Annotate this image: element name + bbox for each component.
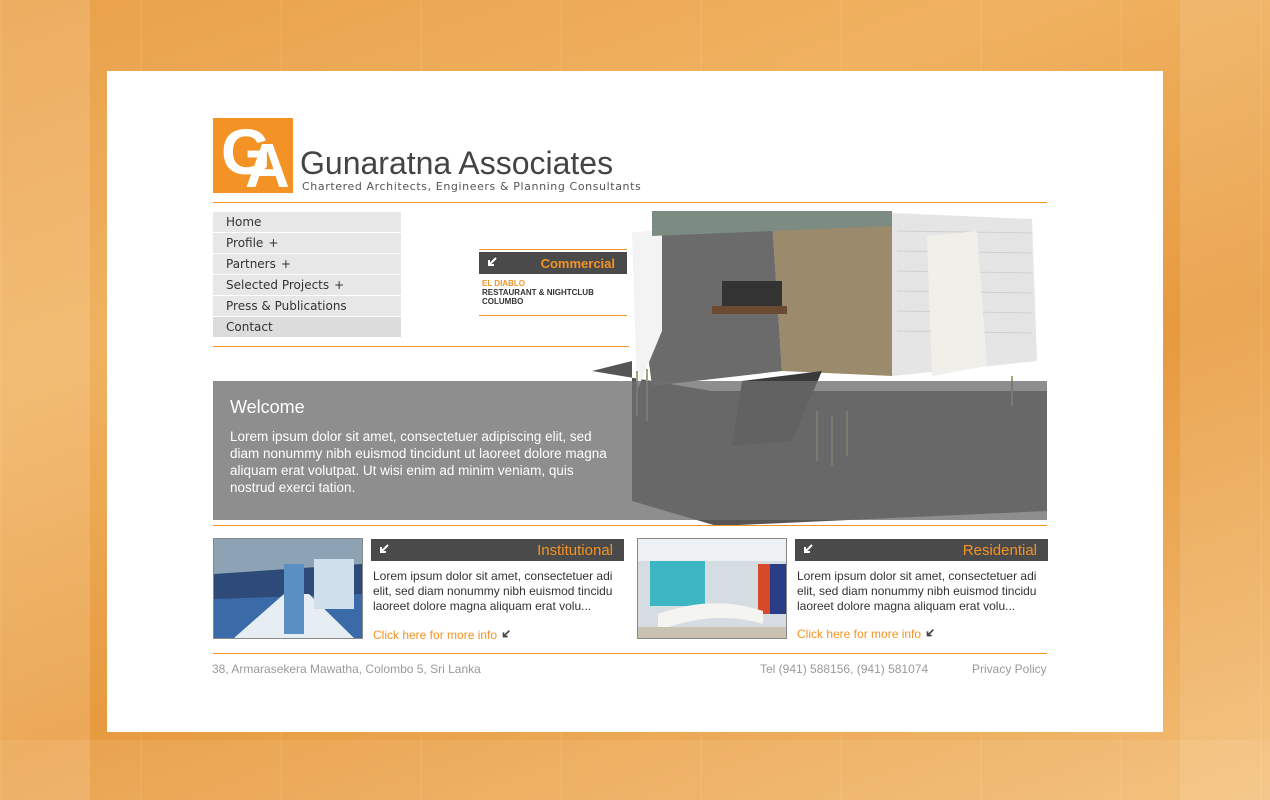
arrow-down-left-icon [501, 628, 511, 642]
privacy-policy-link[interactable]: Privacy Policy [972, 662, 1047, 676]
featured-category-label: Commercial [540, 256, 615, 271]
footer-address: 38, Armarasekera Mawatha, Colombo 5, Sri… [212, 662, 481, 676]
main-panel: G A Gunaratna Associates Chartered Archi… [107, 71, 1163, 732]
nav-item-partners[interactable]: Partners + [213, 254, 401, 274]
nav-item-selected-projects[interactable]: Selected Projects + [213, 275, 401, 295]
welcome-text: Lorem ipsum dolor sit amet, consectetuer… [230, 429, 607, 495]
arrow-down-left-icon [802, 543, 814, 557]
header-divider [213, 202, 1047, 203]
nav-label: Selected Projects [226, 278, 330, 292]
nav-label: Contact [226, 320, 273, 334]
expand-plus-icon: + [268, 236, 279, 250]
featured-category-bar[interactable]: Commercial [479, 252, 627, 274]
institutional-photo[interactable] [213, 538, 363, 639]
link-label: Click here for more info [797, 627, 922, 641]
main-nav: Home Profile + Partners + Selected Project… [213, 212, 401, 338]
welcome-panel: Welcome Lorem ipsum dolor sit amet, cons… [213, 381, 1047, 520]
expand-plus-icon: + [280, 257, 291, 271]
featured-project-location: COLUMBO [482, 297, 524, 306]
background-floor [0, 740, 1270, 800]
arrow-down-left-icon [486, 256, 498, 270]
nav-label: Press & Publications [226, 299, 347, 313]
residential-category-bar[interactable]: Residential [795, 539, 1048, 561]
featured-caption[interactable]: EL DIABLO RESTAURANT & NIGHTCLUB COLUMBO [482, 279, 594, 306]
residential-more-info-link[interactable]: Click here for more info [797, 627, 935, 641]
featured-project-subtitle: RESTAURANT & NIGHTCLUB [482, 288, 594, 297]
institutional-category-label: Institutional [537, 542, 613, 559]
brand-tagline: Chartered Architects, Engineers & Planni… [302, 180, 642, 193]
nav-item-contact[interactable]: Contact [213, 317, 401, 337]
expand-plus-icon: + [334, 278, 345, 292]
logo-letter-a: A [245, 132, 290, 194]
nav-item-profile[interactable]: Profile + [213, 233, 401, 253]
brand-name: Gunaratna Associates [300, 145, 614, 181]
background-window-left [0, 0, 90, 800]
institutional-category-bar[interactable]: Institutional [371, 539, 624, 561]
background-window-right [1180, 0, 1270, 800]
nav-label: Partners [226, 257, 276, 271]
nav-label: Profile [226, 236, 264, 250]
nav-label: Home [226, 215, 262, 229]
link-label: Click here for more info [373, 628, 498, 642]
logo-mark[interactable]: G A [213, 118, 293, 193]
arrow-down-left-icon [378, 543, 390, 557]
residential-description: Lorem ipsum dolor sit amet, consectetuer… [797, 569, 1037, 613]
arrow-down-left-icon [925, 627, 935, 641]
nav-item-home[interactable]: Home [213, 212, 401, 232]
institutional-description: Lorem ipsum dolor sit amet, consectetuer… [373, 569, 613, 613]
footer-phone: Tel (941) 588156, (941) 581074 [760, 662, 929, 676]
featured-project-title: EL DIABLO [482, 279, 525, 288]
nav-divider [213, 346, 629, 347]
welcome-title: Welcome [230, 397, 305, 417]
footer-divider [213, 653, 1047, 654]
residential-photo[interactable] [637, 538, 787, 639]
residential-category-label: Residential [962, 542, 1037, 559]
nav-item-press[interactable]: Press & Publications [213, 296, 401, 316]
featured-bottom-rule [479, 315, 627, 316]
institutional-more-info-link[interactable]: Click here for more info [373, 628, 511, 642]
featured-top-rule [479, 249, 627, 250]
content-divider [213, 525, 1047, 526]
